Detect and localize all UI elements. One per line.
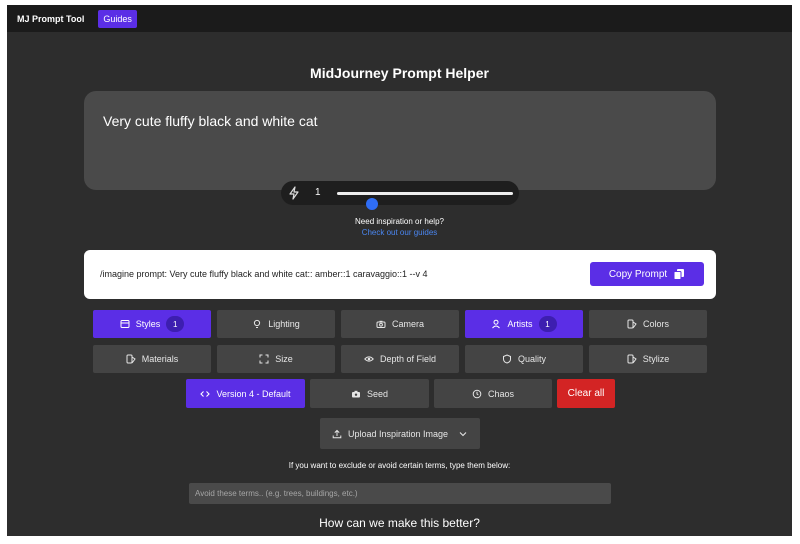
chaos-button[interactable]: Chaos <box>434 379 552 408</box>
colors-button[interactable]: Colors <box>589 310 707 338</box>
artists-count-badge: 1 <box>538 316 557 332</box>
camera-button[interactable]: Camera <box>341 310 459 338</box>
avoid-terms-input[interactable] <box>189 483 611 504</box>
weight-slider-control: 1 <box>281 181 519 210</box>
top-nav: MJ Prompt Tool Guides <box>7 5 792 32</box>
shield-icon <box>502 354 511 364</box>
guides-link[interactable]: Check out our guides <box>7 228 792 237</box>
app-window: MJ Prompt Tool Guides MidJourney Prompt … <box>7 5 792 536</box>
seed-icon <box>351 390 360 397</box>
clear-all-button[interactable]: Clear all <box>557 379 615 408</box>
colors-label: Colors <box>642 319 669 329</box>
user-icon <box>492 319 501 329</box>
prompt-input[interactable]: Very cute fluffy black and white cat <box>84 91 716 190</box>
chaos-label: Chaos <box>487 388 514 399</box>
generated-prompt-bar: /imagine prompt: Very cute fluffy black … <box>84 250 716 299</box>
seed-button[interactable]: Seed <box>310 379 429 408</box>
code-icon <box>200 390 211 397</box>
quality-button[interactable]: Quality <box>465 345 583 373</box>
camera-label: Camera <box>391 319 424 329</box>
slider-thumb[interactable] <box>366 198 379 210</box>
materials-label: Materials <box>141 354 179 364</box>
camera-icon <box>376 320 386 328</box>
lighting-button[interactable]: Lighting <box>217 310 335 338</box>
version-label: Version 4 - Default <box>216 388 291 399</box>
copy-prompt-button[interactable]: Copy Prompt <box>590 262 704 286</box>
styles-button[interactable]: Styles 1 <box>93 310 211 338</box>
clock-icon <box>472 389 482 398</box>
copy-prompt-label: Copy Prompt <box>608 268 668 280</box>
generated-prompt-text: /imagine prompt: Very cute fluffy black … <box>100 269 428 279</box>
materials-icon <box>126 354 136 364</box>
upload-inspiration-button[interactable]: Upload Inspiration Image <box>320 418 480 449</box>
expand-icon <box>259 354 269 364</box>
chevron-down-icon <box>459 431 467 436</box>
upload-icon <box>332 429 342 438</box>
styles-icon <box>120 320 130 328</box>
version-button[interactable]: Version 4 - Default <box>186 379 305 408</box>
stylize-label: Stylize <box>642 354 670 364</box>
palette-icon <box>627 319 637 329</box>
lighting-label: Lighting <box>268 319 300 329</box>
upload-label: Upload Inspiration Image <box>347 428 449 439</box>
brand-logo[interactable]: MJ Prompt Tool <box>17 14 84 24</box>
stylize-icon <box>627 354 637 364</box>
bolt-icon <box>289 186 299 200</box>
copy-icon <box>673 269 685 280</box>
artists-button[interactable]: Artists 1 <box>465 310 583 338</box>
artists-label: Artists <box>507 319 533 329</box>
help-section: Need inspiration or help? Check out our … <box>7 217 792 237</box>
depth-of-field-button[interactable]: Depth of Field <box>341 345 459 373</box>
slider-track[interactable] <box>337 192 513 210</box>
eye-icon <box>364 356 374 362</box>
exclude-terms-label: If you want to exclude or avoid certain … <box>288 461 511 470</box>
help-question: Need inspiration or help? <box>355 217 444 226</box>
size-button[interactable]: Size <box>217 345 335 373</box>
depth-of-field-label: Depth of Field <box>379 354 437 364</box>
lightbulb-icon <box>254 319 261 328</box>
prompt-text[interactable]: Very cute fluffy black and white cat <box>103 113 318 129</box>
seed-label: Seed <box>366 388 389 399</box>
size-label: Size <box>275 354 293 364</box>
slider-value: 1 <box>315 187 321 198</box>
styles-label: Styles <box>135 319 161 329</box>
page-title: MidJourney Prompt Helper <box>310 65 489 81</box>
stylize-button[interactable]: Stylize <box>589 345 707 373</box>
styles-count-badge: 1 <box>166 316 185 332</box>
feedback-heading: How can we make this better? <box>319 516 480 530</box>
materials-button[interactable]: Materials <box>93 345 211 373</box>
guides-button[interactable]: Guides <box>98 9 137 28</box>
clear-all-label: Clear all <box>567 388 605 399</box>
quality-label: Quality <box>517 354 546 364</box>
